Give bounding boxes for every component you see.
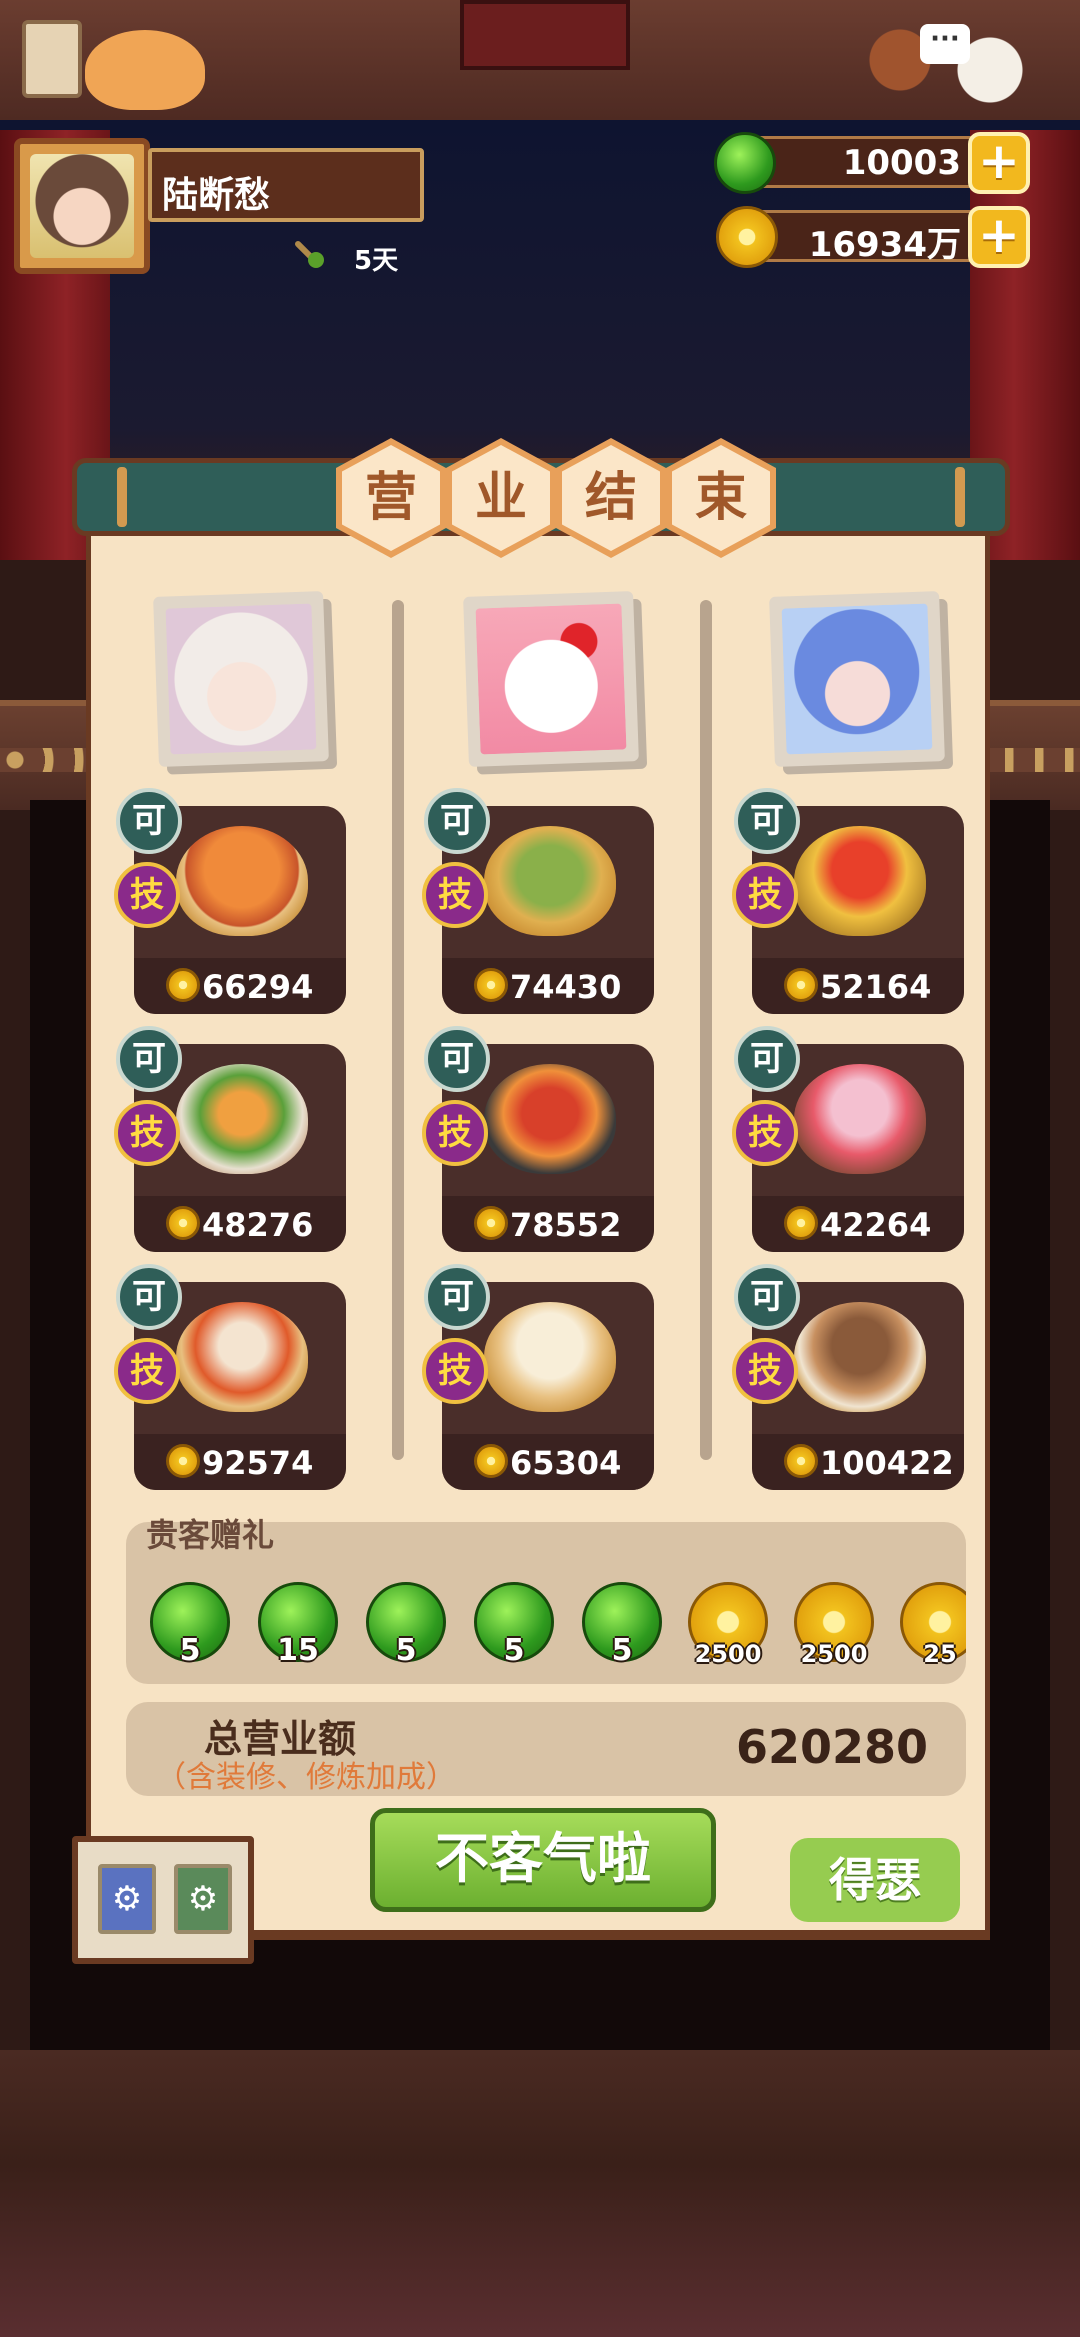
skill-badge: 技 — [114, 1338, 180, 1404]
gift-item: 15 — [258, 1582, 338, 1668]
gift-item: 2500 — [794, 1582, 874, 1668]
skill-badge: 技 — [114, 1100, 180, 1166]
gift-item: 5 — [366, 1582, 446, 1668]
gift-item: 5 — [150, 1582, 230, 1668]
coin-icon — [474, 968, 508, 1002]
available-badge: 可 — [116, 1026, 182, 1092]
skill-badge: 技 — [114, 862, 180, 928]
skill-badge: 技 — [422, 1100, 488, 1166]
dish-image — [484, 1302, 616, 1412]
gift-item: 5 — [474, 1582, 554, 1668]
confirm-button[interactable]: 不客气啦 — [370, 1808, 716, 1912]
chat-bubble-icon[interactable]: ··· — [920, 24, 970, 64]
available-badge: 可 — [424, 1026, 490, 1092]
title-char: 营 — [342, 445, 440, 551]
available-badge: 可 — [734, 788, 800, 854]
show-off-button[interactable]: 得瑟 — [790, 1838, 960, 1922]
title-hex: 业 — [446, 438, 556, 558]
gift-item: 5 — [582, 1582, 662, 1668]
gift-amount: 15 — [277, 1633, 319, 1668]
title-char: 业 — [452, 445, 550, 551]
gift-amount: 5 — [395, 1633, 417, 1668]
days-counter: 5天 — [354, 246, 399, 276]
dish-image — [794, 826, 926, 936]
guest-portrait-blue-hair[interactable] — [769, 591, 945, 767]
available-badge: 可 — [116, 1264, 182, 1330]
coin-icon — [784, 968, 818, 1002]
dish-image — [176, 1064, 308, 1174]
dish-image — [176, 1302, 308, 1412]
raccoon-portrait-frame — [460, 0, 630, 70]
add-jade-button[interactable]: + — [968, 132, 1030, 194]
add-coins-button[interactable]: + — [968, 206, 1030, 268]
title-hex: 结 — [556, 438, 666, 558]
available-badge: 可 — [734, 1264, 800, 1330]
banner-rod-left — [117, 467, 127, 527]
skill-badge: 技 — [732, 1100, 798, 1166]
gift-amount: 2500 — [800, 1640, 868, 1668]
title-hex: 束 — [666, 438, 776, 558]
gift-amount: 5 — [179, 1633, 201, 1668]
available-badge: 可 — [116, 788, 182, 854]
column-divider — [392, 600, 404, 1460]
guest-portrait-cat-girl[interactable] — [153, 591, 329, 767]
coin-icon — [474, 1206, 508, 1240]
skill-badge: 技 — [732, 1338, 798, 1404]
guest-portrait-hello-kitty[interactable] — [463, 591, 639, 767]
coin-icon — [166, 1206, 200, 1240]
gift-item: 25 — [900, 1582, 966, 1668]
orange-cat-mascot — [85, 30, 205, 110]
player-name: 陆断愁 — [148, 148, 424, 222]
dish-image — [794, 1302, 926, 1412]
available-badge: 可 — [424, 788, 490, 854]
total-revenue-value: 620280 — [736, 1720, 929, 1774]
gear-icon[interactable]: ⚙ — [174, 1864, 232, 1934]
settings-toolbox: ⚙ ⚙ — [72, 1836, 254, 1964]
dish-image — [794, 1064, 926, 1174]
title-hex: 营 — [336, 438, 446, 558]
skill-badge: 技 — [422, 1338, 488, 1404]
coin-icon — [716, 206, 778, 268]
floor-background — [0, 2050, 1080, 2337]
gift-item: 2500 — [688, 1582, 768, 1668]
guest-image — [781, 603, 933, 755]
gear-icon[interactable]: ⚙ — [98, 1864, 156, 1934]
available-badge: 可 — [734, 1026, 800, 1092]
total-revenue-note: （含装修、修炼加成） — [156, 1760, 456, 1795]
coin-icon — [784, 1444, 818, 1478]
coin-icon — [166, 1444, 200, 1478]
paw-poster — [22, 20, 82, 98]
title-char: 束 — [672, 445, 770, 551]
gift-amount: 5 — [611, 1633, 633, 1668]
column-divider — [700, 600, 712, 1460]
player-avatar[interactable] — [14, 138, 150, 274]
skill-badge: 技 — [422, 862, 488, 928]
dish-image — [484, 826, 616, 936]
gift-amount: 5 — [503, 1633, 525, 1668]
coin-icon — [166, 968, 200, 1002]
title-char: 结 — [562, 445, 660, 551]
jade-icon — [714, 132, 776, 194]
sprout-icon — [295, 241, 324, 268]
skill-badge: 技 — [732, 862, 798, 928]
gift-amount: 25 — [923, 1640, 957, 1668]
gift-amount: 2500 — [694, 1640, 762, 1668]
panel-title: 营 业 结 束 — [336, 438, 776, 558]
dish-image — [176, 826, 308, 936]
avatar-portrait — [30, 154, 134, 258]
available-badge: 可 — [424, 1264, 490, 1330]
coin-icon — [784, 1206, 818, 1240]
coin-icon — [474, 1444, 508, 1478]
banner-rod-right — [955, 467, 965, 527]
guest-image — [165, 603, 317, 755]
dish-image — [484, 1064, 616, 1174]
guest-image — [475, 603, 627, 755]
gifts-title: 贵客赠礼 — [146, 1516, 275, 1554]
